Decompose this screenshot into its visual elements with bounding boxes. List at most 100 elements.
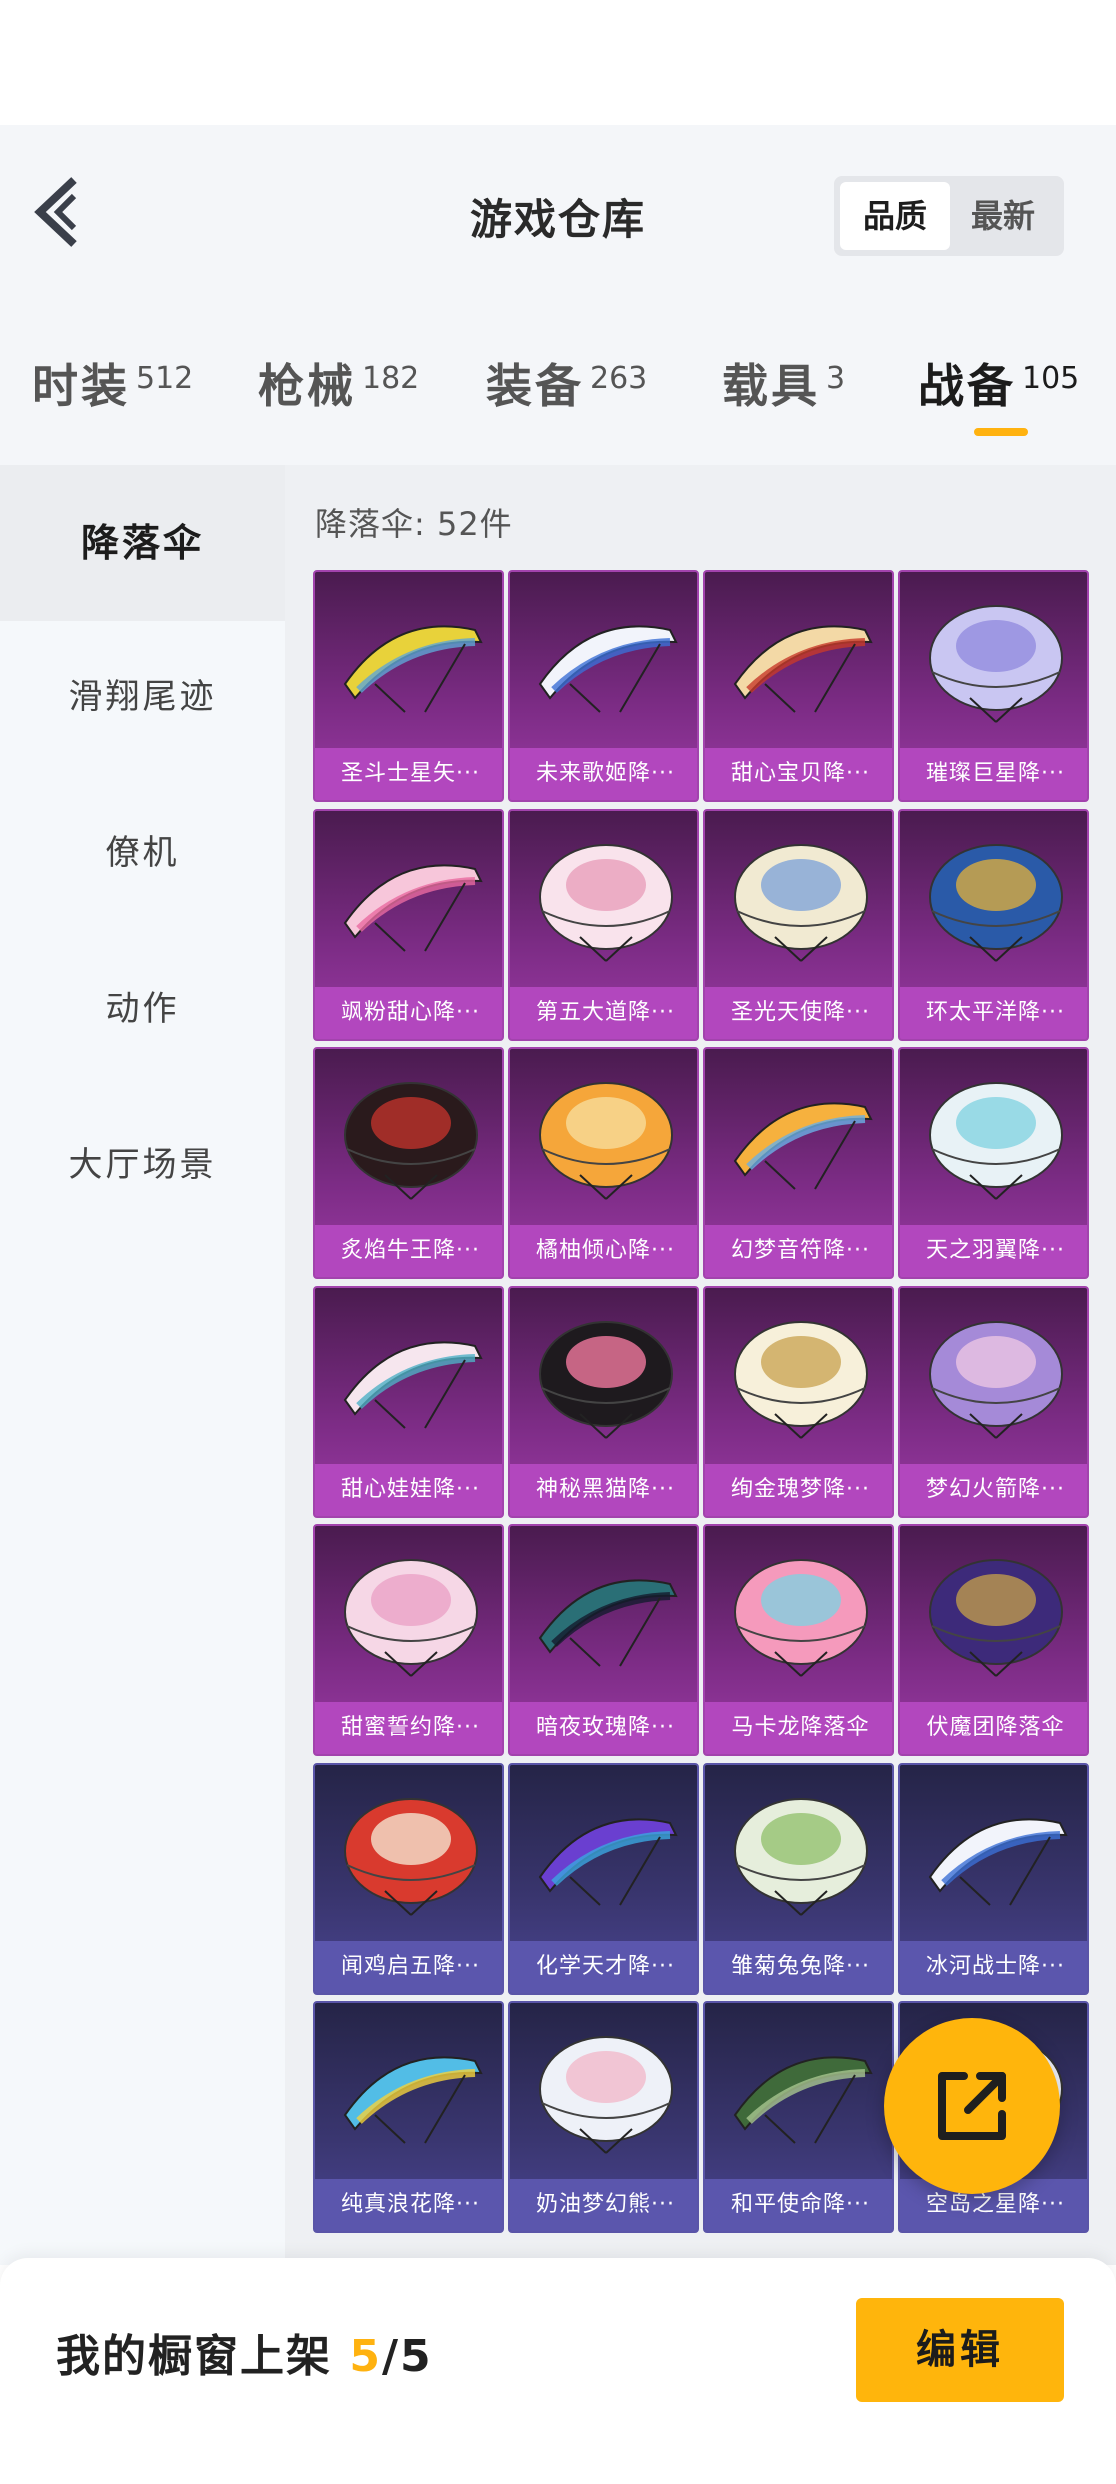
- showcase-bar: 我的橱窗上架 5/5 编辑: [0, 2258, 1116, 2484]
- item-card[interactable]: 神秘黑猫降···: [508, 1285, 699, 1518]
- item-card[interactable]: 冰河战士降···: [898, 1762, 1089, 1995]
- tab-label: 枪械: [258, 359, 356, 413]
- item-name: 伏魔团降落伞: [900, 1702, 1087, 1754]
- sort-toggle: 品质 最新: [834, 176, 1064, 256]
- sidebar-item-emote[interactable]: 动作: [0, 969, 285, 1049]
- item-card[interactable]: 璀璨巨星降···: [898, 570, 1089, 802]
- item-name: 未来歌姬降···: [510, 748, 697, 800]
- dark-teal-glider-parachute-icon: [538, 1579, 678, 1667]
- item-count-label: 降落伞: 52件: [315, 505, 513, 543]
- item-content: 降落伞: 52件 圣斗士星矢··· 未来歌姬降··· 甜心宝贝降··· 璀璨巨星降··…: [285, 465, 1116, 2265]
- golden-glider-parachute-icon: [343, 625, 483, 713]
- item-card[interactable]: 闻鸡启五降···: [313, 1762, 504, 1995]
- sidebar-item-parachute[interactable]: 降落伞: [0, 465, 285, 621]
- showcase-total-count: 5: [400, 2331, 433, 2382]
- camo-glider-parachute-icon: [733, 2056, 873, 2144]
- item-card[interactable]: 幻梦音符降···: [703, 1047, 894, 1279]
- tab-label: 战备: [918, 359, 1016, 413]
- item-card[interactable]: 雏菊兔兔降···: [703, 1762, 894, 1995]
- item-name: 甜蜜誓约降···: [315, 1702, 502, 1754]
- item-card[interactable]: 炙焰牛王降···: [313, 1047, 504, 1279]
- item-name: 冰河战士降···: [900, 1940, 1087, 1993]
- orange-dome-parachute-icon: [539, 1082, 673, 1200]
- blue-white-glider-parachute-icon: [928, 1817, 1068, 1906]
- item-card[interactable]: 橘柚倾心降···: [508, 1047, 699, 1279]
- cartoon-glider-parachute-icon: [733, 625, 873, 713]
- item-card[interactable]: 暗夜玫瑰降···: [508, 1524, 699, 1756]
- item-name: 天之羽翼降···: [900, 1225, 1087, 1277]
- tab-fashion[interactable]: 时装 512: [32, 350, 193, 416]
- pink-lace-dome-parachute-icon: [344, 1559, 478, 1677]
- tab-label: 时装: [32, 359, 130, 413]
- item-name: 梦幻火箭降···: [900, 1463, 1087, 1516]
- item-name: 雏菊兔兔降···: [705, 1940, 892, 1993]
- item-card[interactable]: 化学天才降···: [508, 1762, 699, 1995]
- tab-weapons[interactable]: 枪械 182: [258, 350, 419, 416]
- sidebar-item-glide-trail[interactable]: 滑翔尾迹: [0, 657, 285, 737]
- green-bunny-dome-parachute-icon: [734, 1797, 868, 1916]
- item-card[interactable]: 梦幻火箭降···: [898, 1285, 1089, 1518]
- item-name: 圣斗士星矢···: [315, 748, 502, 800]
- sidebar-item-lobby-scene[interactable]: 大厅场景: [0, 1125, 285, 1205]
- tab-vehicles[interactable]: 载具 3: [722, 350, 845, 416]
- gold-white-dome-parachute-icon: [734, 1320, 868, 1439]
- showcase-label: 我的橱窗上架: [56, 2331, 332, 2382]
- item-card[interactable]: 天之羽翼降···: [898, 1047, 1089, 1279]
- blue-gold-dome-parachute-icon: [929, 843, 1063, 962]
- item-card[interactable]: 和平使命降···: [703, 2001, 894, 2233]
- item-name: 璀璨巨星降···: [900, 748, 1087, 800]
- showcase-status: 我的橱窗上架 5/5: [56, 2320, 433, 2384]
- external-share-icon: [938, 2072, 1006, 2140]
- item-card[interactable]: 第五大道降···: [508, 808, 699, 1041]
- tab-count: 3: [826, 361, 846, 396]
- red-rooster-parachute-icon: [344, 1797, 478, 1916]
- item-card[interactable]: 未来歌姬降···: [508, 570, 699, 802]
- item-card[interactable]: 奶油梦幻熊···: [508, 2001, 699, 2233]
- item-name: 纯真浪花降···: [315, 2179, 502, 2231]
- item-name: 甜心宝贝降···: [705, 748, 892, 800]
- item-name: 化学天才降···: [510, 1940, 697, 1993]
- blue-white-glider-parachute-icon: [538, 625, 678, 713]
- sort-newest-button[interactable]: 最新: [948, 182, 1058, 250]
- tab-count: 105: [1022, 361, 1080, 396]
- item-card[interactable]: 圣斗士星矢···: [313, 570, 504, 802]
- cyan-dome-parachute-icon: [929, 1082, 1063, 1200]
- edit-button[interactable]: 编辑: [856, 2298, 1064, 2402]
- item-name: 橘柚倾心降···: [510, 1225, 697, 1277]
- item-name: 飒粉甜心降···: [315, 986, 502, 1039]
- status-bar: [0, 0, 1116, 125]
- tab-equipment[interactable]: 装备 263: [486, 350, 647, 416]
- item-card[interactable]: 纯真浪花降···: [313, 2001, 504, 2233]
- item-card[interactable]: 绚金瑰梦降···: [703, 1285, 894, 1518]
- showcase-current-count: 5: [349, 2331, 382, 2382]
- sidebar-item-wingman[interactable]: 僚机: [0, 813, 285, 893]
- sort-quality-button[interactable]: 品质: [840, 182, 950, 250]
- share-button[interactable]: [884, 2018, 1060, 2194]
- item-name: 环太平洋降···: [900, 986, 1087, 1039]
- tab-count: 512: [136, 361, 194, 396]
- item-card[interactable]: 伏魔团降落伞: [898, 1524, 1089, 1756]
- lavender-dome-parachute-icon: [929, 605, 1063, 723]
- item-card[interactable]: 马卡龙降落伞: [703, 1524, 894, 1756]
- item-card[interactable]: 飒粉甜心降···: [313, 808, 504, 1041]
- orange-glider-parachute-icon: [733, 1102, 873, 1190]
- tab-label: 载具: [722, 359, 820, 413]
- item-name: 圣光天使降···: [705, 986, 892, 1039]
- purple-glider-parachute-icon: [538, 1817, 678, 1906]
- item-card[interactable]: 甜心娃娃降···: [313, 1285, 504, 1518]
- tab-combat-gear[interactable]: 战备 105: [918, 350, 1079, 416]
- item-name: 闻鸡启五降···: [315, 1940, 502, 1993]
- item-name: 甜心娃娃降···: [315, 1463, 502, 1516]
- wave-glider-parachute-icon: [343, 2056, 483, 2144]
- tab-count: 182: [362, 361, 420, 396]
- item-card[interactable]: 甜蜜誓约降···: [313, 1524, 504, 1756]
- cream-bear-dome-parachute-icon: [539, 2036, 673, 2154]
- item-name: 绚金瑰梦降···: [705, 1463, 892, 1516]
- item-card[interactable]: 甜心宝贝降···: [703, 570, 894, 802]
- item-card[interactable]: 环太平洋降···: [898, 808, 1089, 1041]
- pink-plaid-dome-parachute-icon: [539, 843, 673, 962]
- tab-label: 装备: [486, 359, 584, 413]
- red-black-dome-parachute-icon: [344, 1082, 478, 1200]
- item-name: 和平使命降···: [705, 2179, 892, 2231]
- item-card[interactable]: 圣光天使降···: [703, 808, 894, 1041]
